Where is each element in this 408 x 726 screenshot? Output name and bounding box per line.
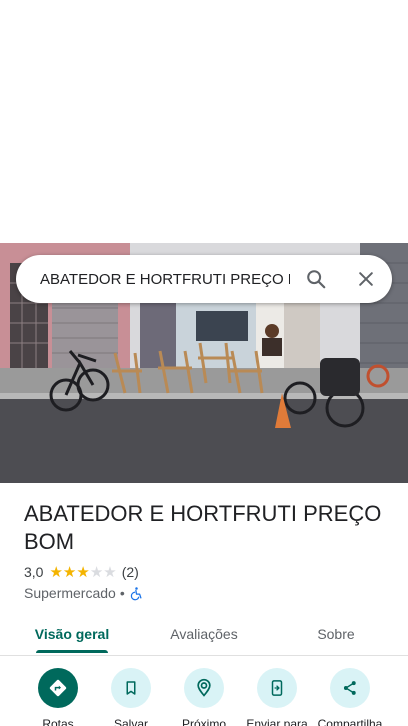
tab-about[interactable]: Sobre: [296, 612, 376, 656]
star-icon: ★: [49, 563, 63, 581]
share-icon[interactable]: [330, 668, 370, 708]
category-row: Supermercado •: [24, 584, 144, 602]
send-to-phone-button[interactable]: Enviar para: [237, 668, 317, 726]
active-tab-indicator: [36, 650, 108, 653]
send-to-phone-icon[interactable]: [257, 668, 297, 708]
star-icon: ★: [89, 563, 104, 581]
search-input[interactable]: [40, 270, 290, 288]
send-to-phone-label: Enviar para: [246, 717, 308, 726]
star-icon: ★: [76, 563, 90, 581]
place-category: Supermercado: [24, 585, 116, 601]
tab-reviews[interactable]: Avaliações: [154, 612, 254, 656]
search-icon[interactable]: [296, 259, 336, 299]
separator-dot: •: [119, 585, 125, 601]
directions-label: Rotas: [42, 717, 74, 726]
star-icon: ★: [62, 563, 77, 581]
nearby-button[interactable]: Próximo: [164, 668, 244, 726]
share-label: Compartilha: [317, 717, 383, 726]
star-rating: ★ ★ ★ ★ ★: [49, 565, 116, 580]
share-button[interactable]: Compartilha: [310, 668, 390, 726]
directions-icon[interactable]: [38, 668, 78, 708]
star-icon: ★: [103, 563, 117, 581]
search-bar[interactable]: [16, 255, 392, 303]
directions-button[interactable]: Rotas: [18, 668, 98, 726]
action-buttons: Rotas Salvar Próximo Enviar para Compart…: [0, 668, 408, 726]
save-button[interactable]: Salvar: [91, 668, 171, 726]
nearby-icon[interactable]: [184, 668, 224, 708]
close-icon[interactable]: [346, 259, 386, 299]
bookmark-icon[interactable]: [111, 668, 151, 708]
place-title: ABATEDOR E HORTFRUTI PREÇO BOM: [24, 501, 382, 554]
nearby-label: Próximo: [181, 717, 226, 726]
rating-value: 3,0: [24, 564, 44, 580]
rating-row[interactable]: 3,0 ★ ★ ★ ★ ★ (2): [24, 563, 139, 581]
wheelchair-icon: [129, 586, 144, 601]
review-count[interactable]: (2): [122, 564, 139, 580]
save-label: Salvar: [113, 717, 148, 726]
